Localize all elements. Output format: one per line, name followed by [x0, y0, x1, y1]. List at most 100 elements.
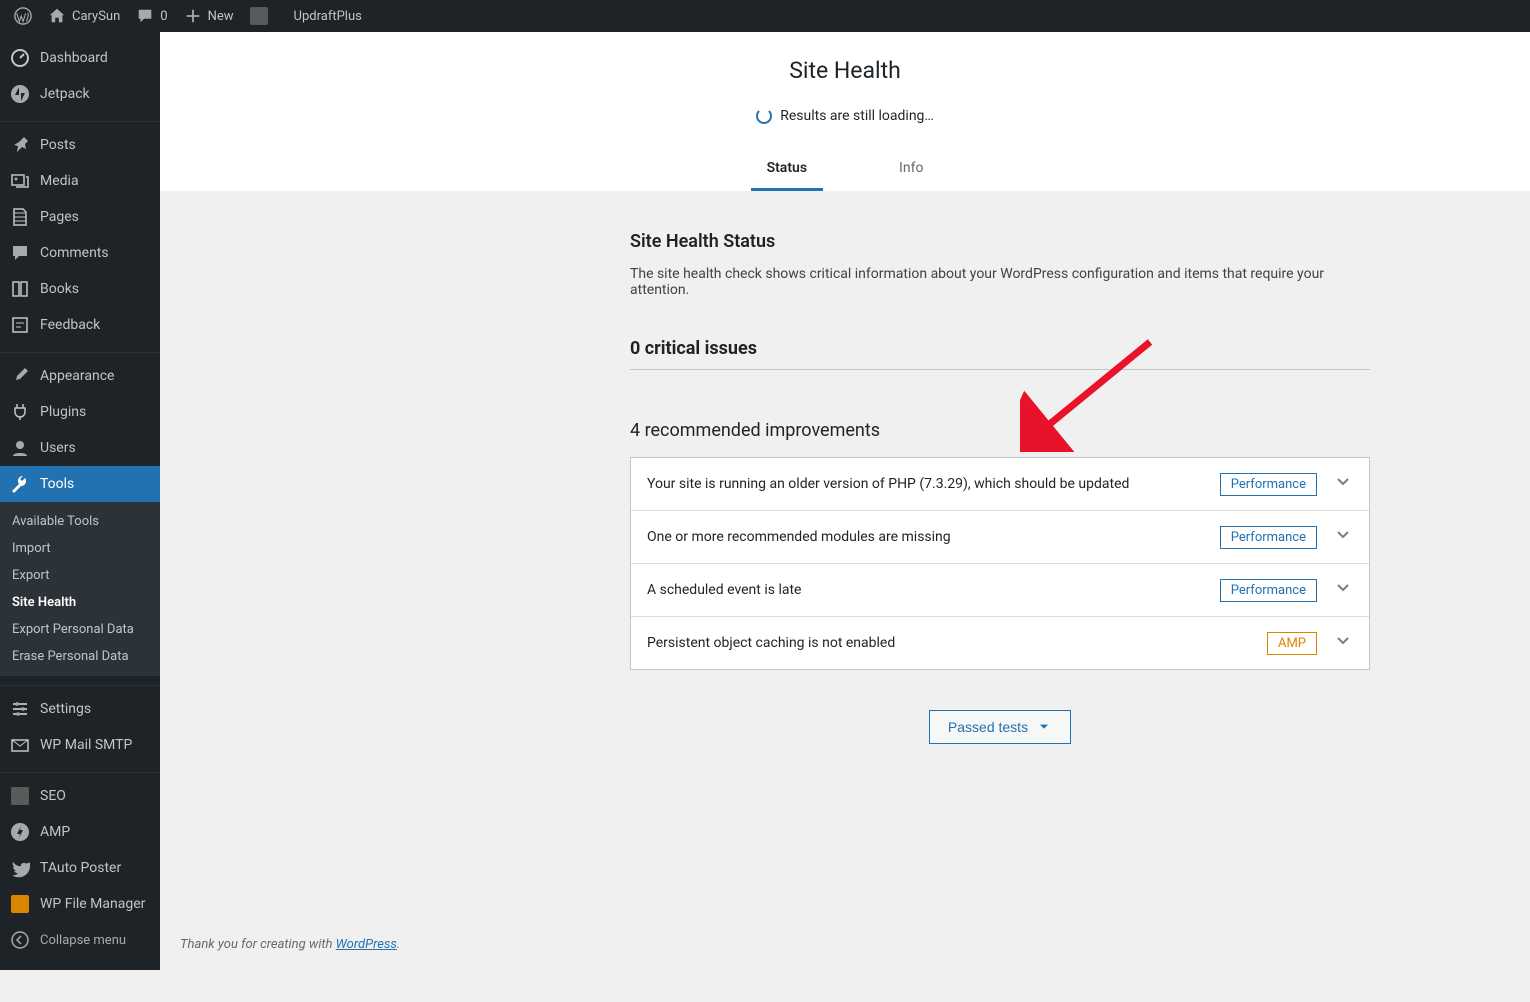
- sidebar-item-label: Dashboard: [40, 50, 108, 66]
- jetpack-icon: [10, 84, 30, 104]
- site-health-header: Site Health Results are still loading… S…: [160, 32, 1530, 191]
- sidebar-item-wp-mail-smtp[interactable]: WP Mail SMTP: [0, 727, 160, 763]
- health-issue-row[interactable]: A scheduled event is latePerformance: [631, 564, 1369, 617]
- updraft-link[interactable]: UpdraftPlus: [286, 0, 370, 32]
- mail-icon: [10, 735, 30, 755]
- sidebar-item-label: Tools: [40, 476, 74, 492]
- folder-icon: [10, 894, 30, 914]
- health-tabs: Status Info: [160, 148, 1530, 191]
- expand-issue-button[interactable]: [1333, 578, 1353, 602]
- health-issue-row[interactable]: One or more recommended modules are miss…: [631, 511, 1369, 564]
- passed-tests-button[interactable]: Passed tests: [929, 710, 1071, 744]
- user-icon: [10, 438, 30, 458]
- media-icon: [10, 171, 30, 191]
- admin-sidebar: Dashboard Jetpack Posts MediaPages Comments B…: [0, 32, 160, 970]
- sidebar-item-label: WP File Manager: [40, 896, 145, 912]
- submenu-item-erase-personal-data[interactable]: Erase Personal Data: [0, 643, 160, 670]
- loading-text: Results are still loading…: [780, 108, 934, 124]
- footer-credit: Thank you for creating with WordPress.: [180, 937, 400, 952]
- sidebar-item-appearance[interactable]: Appearance: [0, 358, 160, 394]
- health-issue-row[interactable]: Persistent object caching is not enabled…: [631, 617, 1369, 669]
- wp-logo[interactable]: [6, 0, 40, 32]
- sidebar-item-label: AMP: [40, 824, 70, 840]
- collapse-icon: [10, 930, 30, 950]
- issue-title: One or more recommended modules are miss…: [647, 529, 1220, 545]
- pin-icon: [10, 135, 30, 155]
- settings-icon: [10, 699, 30, 719]
- chevron-down-icon: [1036, 719, 1052, 735]
- yoast-link[interactable]: [242, 0, 276, 32]
- status-description: The site health check shows critical inf…: [630, 266, 1370, 298]
- submenu-item-export[interactable]: Export: [0, 562, 160, 589]
- chevron-down-icon: [1333, 525, 1353, 545]
- sidebar-item-label: Users: [40, 440, 76, 456]
- submenu-item-import[interactable]: Import: [0, 535, 160, 562]
- sidebar-item-label: TAuto Poster: [40, 860, 121, 876]
- sidebar-item-pages[interactable]: Pages: [0, 199, 160, 235]
- page-icon: [10, 207, 30, 227]
- expand-issue-button[interactable]: [1333, 631, 1353, 655]
- sidebar-item-dashboard[interactable]: Dashboard: [0, 40, 160, 76]
- issue-title: A scheduled event is late: [647, 582, 1220, 598]
- health-issue-row[interactable]: Your site is running an older version of…: [631, 458, 1369, 511]
- issue-title: Persistent object caching is not enabled: [647, 635, 1267, 651]
- brush-icon: [10, 366, 30, 386]
- issues-list: Your site is running an older version of…: [630, 457, 1370, 670]
- sidebar-item-wp-file-manager[interactable]: WP File Manager: [0, 886, 160, 922]
- site-name-link[interactable]: CarySun: [40, 0, 128, 32]
- sidebar-item-users[interactable]: Users: [0, 430, 160, 466]
- sidebar-item-posts[interactable]: Posts: [0, 127, 160, 163]
- expand-issue-button[interactable]: [1333, 525, 1353, 549]
- main-content: Site Health Results are still loading… S…: [160, 32, 1530, 970]
- comments-link[interactable]: 0: [128, 0, 175, 32]
- new-content-link[interactable]: New: [176, 0, 242, 32]
- sidebar-item-tools[interactable]: Tools: [0, 466, 160, 502]
- book-icon: [10, 279, 30, 299]
- sidebar-item-comments[interactable]: Comments: [0, 235, 160, 271]
- wordpress-link[interactable]: WordPress: [336, 937, 397, 952]
- issue-badge: AMP: [1267, 632, 1317, 655]
- sidebar-item-label: Feedback: [40, 317, 100, 333]
- passed-tests-label: Passed tests: [948, 719, 1028, 735]
- issue-badge: Performance: [1220, 579, 1317, 602]
- chevron-down-icon: [1333, 472, 1353, 492]
- sidebar-item-settings[interactable]: Settings: [0, 691, 160, 727]
- sidebar-item-label: Comments: [40, 245, 109, 261]
- submenu-item-site-health[interactable]: Site Health: [0, 589, 160, 616]
- recommended-heading: 4 recommended improvements: [630, 420, 1370, 441]
- sidebar-item-feedback[interactable]: Feedback: [0, 307, 160, 343]
- expand-issue-button[interactable]: [1333, 472, 1353, 496]
- site-name-text: CarySun: [72, 9, 120, 24]
- tab-info[interactable]: Info: [883, 148, 939, 191]
- plug-icon: [10, 402, 30, 422]
- sidebar-item-seo[interactable]: SEO: [0, 778, 160, 814]
- comments-count: 0: [160, 9, 167, 24]
- sidebar-item-books[interactable]: Books: [0, 271, 160, 307]
- sidebar-item-label: Appearance: [40, 368, 114, 384]
- admin-toolbar: CarySun 0 New UpdraftPlus: [0, 0, 1530, 32]
- collapse-menu-button[interactable]: Collapse menu: [0, 922, 160, 958]
- sidebar-item-label: Plugins: [40, 404, 86, 420]
- sidebar-item-jetpack[interactable]: Jetpack: [0, 76, 160, 112]
- health-body: Site Health Status The site health check…: [600, 191, 1400, 824]
- sidebar-item-amp[interactable]: AMP: [0, 814, 160, 850]
- spinner-icon: [756, 108, 772, 124]
- sidebar-item-label: SEO: [40, 788, 66, 804]
- sidebar-item-label: Posts: [40, 137, 76, 153]
- tab-status[interactable]: Status: [751, 148, 823, 191]
- submenu-item-available-tools[interactable]: Available Tools: [0, 508, 160, 535]
- sidebar-item-media[interactable]: Media: [0, 163, 160, 199]
- updraft-label: UpdraftPlus: [294, 9, 362, 24]
- footer-suffix: .: [397, 937, 400, 952]
- dashboard-icon: [10, 48, 30, 68]
- submenu-item-export-personal-data[interactable]: Export Personal Data: [0, 616, 160, 643]
- comment-icon: [136, 7, 154, 25]
- amp-icon: [10, 822, 30, 842]
- sidebar-item-plugins[interactable]: Plugins: [0, 394, 160, 430]
- chevron-down-icon: [1333, 631, 1353, 651]
- issue-title: Your site is running an older version of…: [647, 476, 1220, 492]
- sidebar-item-tauto-poster[interactable]: TAuto Poster: [0, 850, 160, 886]
- sidebar-item-label: Books: [40, 281, 79, 297]
- critical-issues-heading: 0 critical issues: [630, 338, 1370, 370]
- footer-prefix: Thank you for creating with: [180, 937, 336, 952]
